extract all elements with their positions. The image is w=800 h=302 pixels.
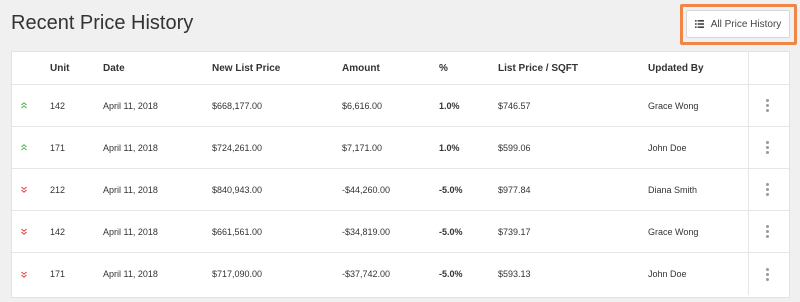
cell-list-price-sqft: $977.84 (498, 184, 531, 195)
cell-updated-by: Grace Wong (648, 100, 699, 111)
table-row: 171 April 11, 2018 $717,090.00 -$37,742.00 -… (12, 253, 789, 295)
cell-date: April 11, 2018 (103, 142, 158, 153)
row-menu-kebab-icon[interactable] (764, 211, 771, 252)
cell-list-price-sqft: $593.13 (498, 269, 531, 279)
price-history-table: Unit Date New List Price Amount % List P… (11, 51, 790, 298)
column-divider (748, 127, 749, 168)
row-menu-kebab-icon[interactable] (764, 253, 771, 295)
cell-percent: 1.0% (439, 142, 460, 153)
table-header-row: Unit Date New List Price Amount % List P… (12, 52, 789, 85)
cell-new-list-price: $668,177.00 (212, 100, 263, 111)
cell-percent: 1.0% (439, 100, 460, 111)
cell-updated-by: John Doe (648, 142, 687, 153)
header-percent[interactable]: % (439, 52, 448, 84)
cell-unit: 142 (50, 226, 66, 237)
column-divider (748, 52, 749, 84)
column-divider (748, 253, 749, 295)
cell-new-list-price: $717,090.00 (212, 269, 263, 279)
cell-amount: -$37,742.00 (342, 269, 391, 279)
cell-list-price-sqft: $599.06 (498, 142, 531, 153)
cell-new-list-price: $661,561.00 (212, 226, 263, 237)
cell-date: April 11, 2018 (103, 226, 158, 237)
table-row: 171 April 11, 2018 $724,261.00 $7,171.00 1.0… (12, 127, 789, 169)
cell-amount: -$44,260.00 (342, 184, 391, 195)
page-title: Recent Price History (11, 12, 194, 34)
table-row: 142 April 11, 2018 $661,561.00 -$34,819.00 -… (12, 211, 789, 253)
cell-date: April 11, 2018 (103, 100, 158, 111)
table-row: 212 April 11, 2018 $840,943.00 -$44,260.00 -… (12, 169, 789, 211)
cell-amount: -$34,819.00 (342, 226, 391, 237)
cell-date: April 11, 2018 (103, 184, 158, 195)
row-menu-kebab-icon[interactable] (764, 85, 771, 126)
double-chevron-up-icon (21, 127, 27, 168)
cell-new-list-price: $724,261.00 (212, 142, 263, 153)
cell-list-price-sqft: $739.17 (498, 226, 531, 237)
double-chevron-up-icon (21, 85, 27, 126)
cell-date: April 11, 2018 (103, 269, 158, 279)
cell-unit: 171 (50, 142, 66, 153)
header-new-list-price[interactable]: New List Price (212, 52, 280, 84)
column-divider (748, 85, 749, 126)
cell-unit: 142 (50, 100, 66, 111)
cell-amount: $7,171.00 (342, 142, 383, 153)
header-updated-by[interactable]: Updated By (648, 52, 704, 84)
cell-list-price-sqft: $746.57 (498, 100, 531, 111)
cell-updated-by: Diana Smith (648, 184, 698, 195)
header-date[interactable]: Date (103, 52, 125, 84)
row-menu-kebab-icon[interactable] (764, 169, 771, 210)
cell-percent: -5.0% (439, 184, 463, 195)
all-price-history-label: All Price History (710, 18, 782, 30)
row-menu-kebab-icon[interactable] (764, 127, 771, 168)
cell-new-list-price: $840,943.00 (212, 184, 263, 195)
cell-updated-by: John Doe (648, 269, 687, 279)
list-icon (694, 20, 704, 28)
column-divider (748, 169, 749, 210)
header-unit[interactable]: Unit (50, 52, 69, 84)
cell-percent: -5.0% (439, 226, 463, 237)
cell-updated-by: Grace Wong (648, 226, 699, 237)
cell-percent: -5.0% (439, 269, 463, 279)
all-price-history-button[interactable]: All Price History (686, 10, 790, 38)
header-list-price-sqft[interactable]: List Price / SQFT (498, 52, 578, 84)
double-chevron-down-icon (21, 253, 27, 295)
header-amount[interactable]: Amount (342, 52, 380, 84)
double-chevron-down-icon (21, 211, 27, 252)
column-divider (748, 211, 749, 252)
table-row: 142 April 11, 2018 $668,177.00 $6,616.00 1.0… (12, 85, 789, 127)
cell-unit: 171 (50, 269, 66, 279)
cell-amount: $6,616.00 (342, 100, 383, 111)
cell-unit: 212 (50, 184, 66, 195)
double-chevron-down-icon (21, 169, 27, 210)
